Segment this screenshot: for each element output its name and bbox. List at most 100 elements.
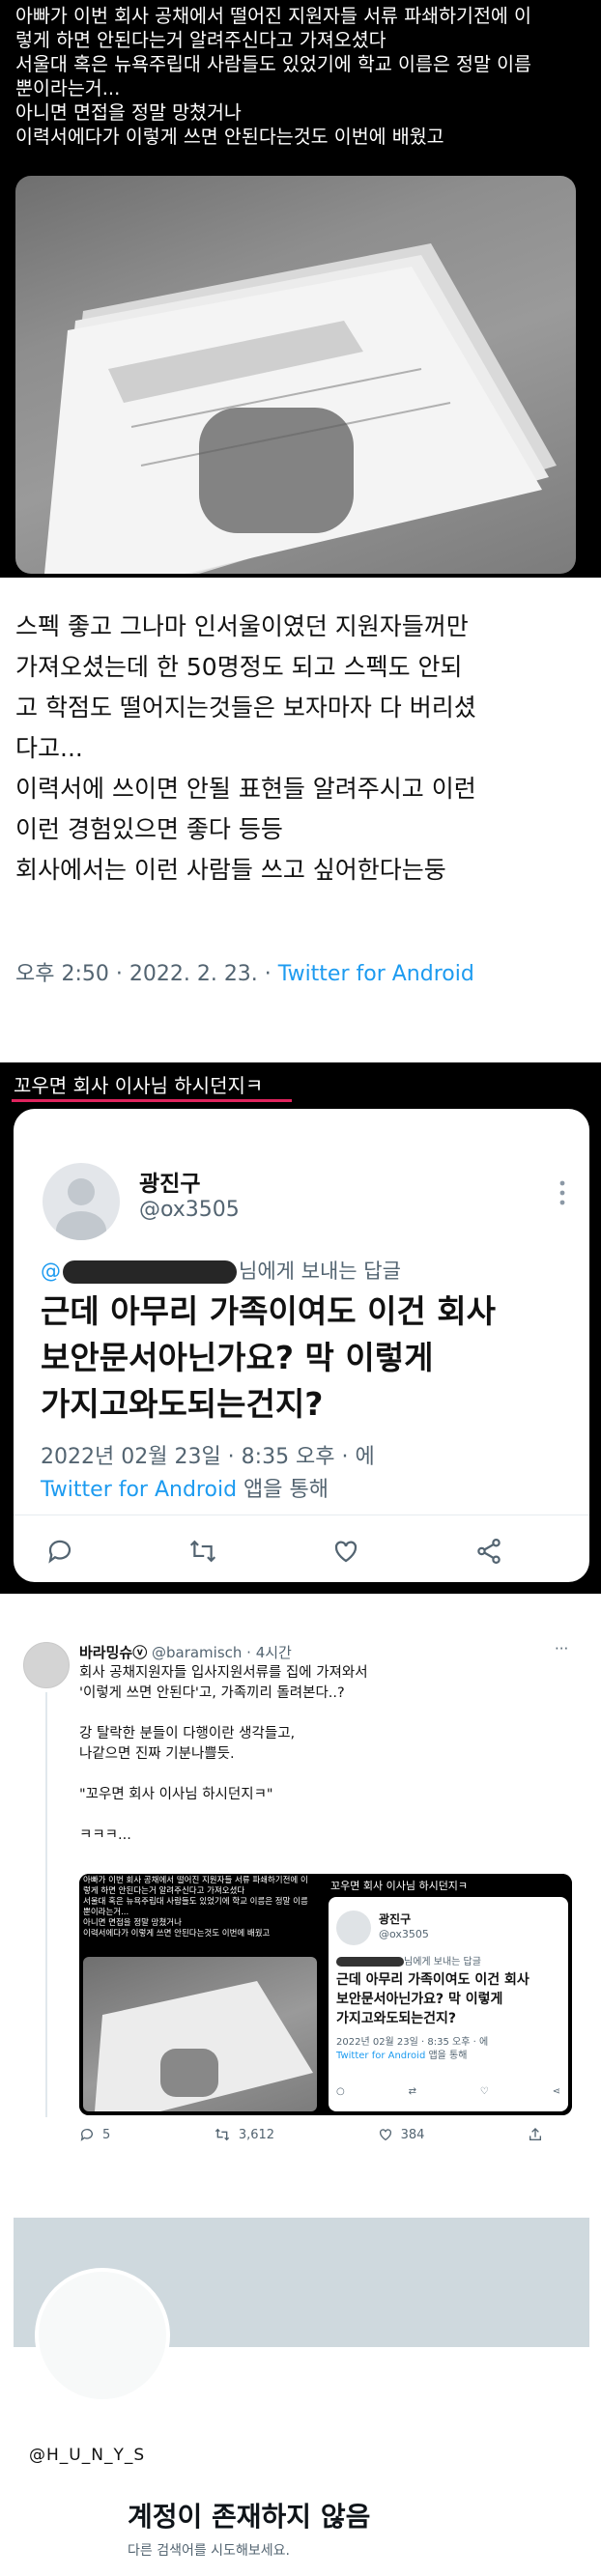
avatar xyxy=(336,1911,371,1945)
like-icon xyxy=(379,2129,391,2141)
retweet-icon[interactable] xyxy=(186,1534,220,1569)
tweet-line: 이력서에다가 이렇게 쓰면 안된다는것도 이번에 배웠고 xyxy=(15,126,444,148)
like-icon[interactable] xyxy=(329,1534,363,1569)
tweet-line: 서울대 혹은 뉴욕주립대 사람들도 있었기에 학교 이름은 정말 이름 xyxy=(15,53,531,75)
tweet-text: 아빠가 이번 회사 공채에서 떨어진 지원자들 서류 파쇄하기전에 이 렇게 하… xyxy=(15,4,595,149)
embedded-time-text: 2022년 02월 23일 · 8:35 오후 · 에 xyxy=(336,2037,489,2048)
embedded-source-suffix: 앱을 통해 xyxy=(425,2051,468,2061)
mention-at[interactable]: @ xyxy=(41,1260,61,1283)
redacted-mention xyxy=(63,1260,237,1284)
tweet-media[interactable]: 아빠가 이번 회사 공채에서 떨어진 지원자들 서류 파쇄하기전에 이 렇게 하… xyxy=(79,1874,572,2115)
reply-button[interactable]: 5 xyxy=(79,2127,110,2142)
reply-time: 2022년 02월 23일 · 8:35 오후 · 에 xyxy=(41,1445,375,1469)
reply-text: 근데 아무리 가족이여도 이건 회사 보안문서아닌가요? 막 이렇게 가지고와도… xyxy=(41,1288,496,1428)
redacted-mention xyxy=(336,1957,404,1967)
document-stack-photo xyxy=(44,243,557,574)
tweet-line: 가져오셨는데 한 50명정도 되고 스펙도 안되 xyxy=(15,653,463,681)
share-icon[interactable] xyxy=(472,1534,506,1569)
reply-screenshot: 꼬우면 회사 이사님 하시던지ㅋ 광진구 @ox3505 @ 님에게 보내는 답글… xyxy=(0,1062,601,1594)
default-avatar-body xyxy=(56,1211,106,1240)
embedded-reply-card: 광진구 @ox3505 님에게 보내는 답글 근데 아무리 가족이여도 이건 회… xyxy=(329,1897,568,2111)
tweet-screenshot-dark: 아빠가 이번 회사 공채에서 떨어진 지원자들 서류 파쇄하기전에 이 렇게 하… xyxy=(0,0,601,578)
like-icon: ♡ xyxy=(479,2086,489,2097)
replying-to: @ 님에게 보내는 답글 xyxy=(41,1256,401,1285)
divider xyxy=(14,1514,589,1515)
embedded-source: Twitter for Android xyxy=(336,2051,426,2061)
tweet-continuation: 스펙 좋고 그나마 인서울이였던 지원자들꺼만 가져오셨는데 한 50명정도 되… xyxy=(0,578,601,1062)
tweet-line: "꼬우면 회사 이사님 하시던지ㅋ" xyxy=(79,1787,273,1802)
account-not-found-title: 계정이 존재하지 않음 xyxy=(128,2501,371,2533)
embedded-line: 아니면 면접을 정말 망쳤거나 xyxy=(83,1918,182,1928)
tweet-line: 이런 경험있으면 좋다 등등 xyxy=(15,815,283,843)
tweet-actions: 5 3,612 384 xyxy=(79,2127,543,2142)
share-icon: ⋖ xyxy=(552,2086,560,2097)
embedded-time: 2022년 02월 23일 · 8:35 오후 · 에 Twitter for … xyxy=(336,2036,488,2063)
tweet-line: 고 학점도 떨어지는것들은 보자마자 다 버리셨 xyxy=(15,694,476,722)
like-button[interactable]: 384 xyxy=(378,2127,425,2142)
embedded-line: 렇게 하면 안된다는거 알려주신다고 가져오셨다 xyxy=(83,1886,245,1896)
embedded-handle: @ox3505 xyxy=(379,1928,429,1940)
reply-line: 근데 아무리 가족이여도 이건 회사 xyxy=(41,1292,496,1330)
tweet-header: 바라밍슈ⓥ @baramisch · 4시간 xyxy=(79,1644,292,1661)
user-handle[interactable]: @baramisch xyxy=(152,1644,242,1661)
embedded-message-line: 가지고와도되는건지? xyxy=(336,2011,457,2026)
tweet-line xyxy=(79,1805,368,1826)
embedded-message: 근데 아무리 가족이여도 이건 회사 보안문서아닌가요? 막 이렇게 가지고와도… xyxy=(336,1970,529,2028)
reply-source-suffix: 앱을 통해 xyxy=(237,1478,329,1502)
tweet-timestamp: 오후 2:50 · 2022. 2. 23. · Twitter for And… xyxy=(15,956,474,987)
tweet-age: 4시간 xyxy=(255,1644,292,1661)
embedded-line: 서울대 혹은 뉴욕주립대 사람들도 있었기에 학교 이름은 정말 이름 xyxy=(83,1897,308,1907)
embedded-name: 광진구 xyxy=(379,1912,412,1926)
media-image-left[interactable]: 아빠가 이번 회사 공채에서 떨어진 지원자들 서류 파쇄하기전에 이 렇게 하… xyxy=(79,1874,321,2115)
reply-card: 광진구 @ox3505 @ 님에게 보내는 답글 근데 아무리 가족이여도 이건 … xyxy=(14,1109,589,1582)
tweet-line: 나같으면 진짜 기분나쁠듯. xyxy=(79,1746,235,1762)
reply-line: 보안문서아닌가요? 막 이렇게 xyxy=(41,1339,434,1376)
tweet-line: 아니면 면접을 정말 망쳤거나 xyxy=(15,101,242,124)
tweet-line: 렇게 하면 안된다는거 알려주신다고 가져오셨다 xyxy=(15,29,386,51)
user-handle[interactable]: @ox3505 xyxy=(139,1198,240,1222)
caption-underline xyxy=(12,1099,292,1102)
retweet-button[interactable]: 3,612 xyxy=(214,2127,274,2142)
tweet-line xyxy=(79,1704,368,1724)
tweet-time: 오후 2:50 · 2022. 2. 23. · xyxy=(15,962,278,986)
thread-line xyxy=(45,1692,47,2117)
tweet-text: 회사 공채지원자들 입사지원서류를 집에 가져와서 '이렇게 쓰면 안된다'고,… xyxy=(79,1663,368,1846)
media-image-right[interactable]: 꼬우면 회사 이사님 하시던지ㅋ 광진구 @ox3505 님에게 보내는 답글 … xyxy=(325,1874,572,2115)
tweet-photo[interactable] xyxy=(15,176,576,574)
profile-handle: @H_U_N_Y_S xyxy=(29,2446,146,2465)
tweet-source-link[interactable]: Twitter for Android xyxy=(278,962,474,986)
reply-icon: ○ xyxy=(336,2086,345,2097)
reply-icon[interactable] xyxy=(43,1534,77,1569)
embedded-line: 아빠가 이번 회사 공채에서 떨어진 지원자들 서류 파쇄하기전에 이 xyxy=(83,1876,308,1885)
avatar[interactable] xyxy=(43,1163,120,1240)
embedded-message-line: 보안문서아닌가요? 막 이렇게 xyxy=(336,1992,503,2007)
reply-caption: 꼬우면 회사 이사님 하시던지ㅋ xyxy=(14,1074,264,1097)
embedded-actions: ○ ⇄ ♡ ⋖ xyxy=(336,2086,560,2097)
document-stack-photo xyxy=(83,1957,317,2111)
embedded-caption: 꼬우면 회사 이사님 하시던지ㅋ xyxy=(330,1880,469,1892)
reply-timestamp: 2022년 02월 23일 · 8:35 오후 · 에 Twitter for … xyxy=(41,1441,375,1507)
user-name[interactable]: 광진구 xyxy=(139,1165,200,1198)
profile-avatar xyxy=(35,2268,170,2403)
share-button[interactable] xyxy=(528,2127,543,2142)
embedded-line: 뿐이라는거... xyxy=(83,1908,129,1917)
tweet-line: 스펙 좋고 그나마 인서울이였던 지원자들꺼만 xyxy=(15,612,469,640)
tweet-body: 스펙 좋고 그나마 인서울이였던 지원자들꺼만 가져오셨는데 한 50명정도 되… xyxy=(15,607,476,891)
more-icon[interactable] xyxy=(558,1180,566,1205)
reply-source-link[interactable]: Twitter for Android xyxy=(41,1478,237,1502)
like-count: 384 xyxy=(400,2127,425,2142)
more-icon[interactable]: ··· xyxy=(555,1640,568,1657)
avatar[interactable] xyxy=(23,1642,70,1688)
tweet-line: 다고... xyxy=(15,734,83,762)
tweet-line: 강 탈락한 분들이 다행이란 생각들고, xyxy=(79,1726,296,1741)
quote-tweet: 바라밍슈ⓥ @baramisch · 4시간 ··· 회사 공채지원자들 입사지… xyxy=(0,1594,601,2154)
retweet-icon xyxy=(215,2128,229,2141)
replying-to-label: 님에게 보내는 답글 xyxy=(239,1260,401,1283)
tweet-line: 뿐이라는거... xyxy=(15,77,121,99)
tweet-line: 이력서에 쓰이면 안될 표현들 알려주시고 이런 xyxy=(15,775,476,803)
user-name[interactable]: 바라밍슈ⓥ xyxy=(79,1644,147,1661)
deleted-profile: @H_U_N_Y_S 계정이 존재하지 않음 다른 검색어를 시도해보세요. xyxy=(0,2154,601,2576)
tweet-line xyxy=(79,1765,368,1785)
retweet-count: 3,612 xyxy=(238,2127,275,2142)
embedded-message-line: 근데 아무리 가족이여도 이건 회사 xyxy=(336,1972,529,1988)
